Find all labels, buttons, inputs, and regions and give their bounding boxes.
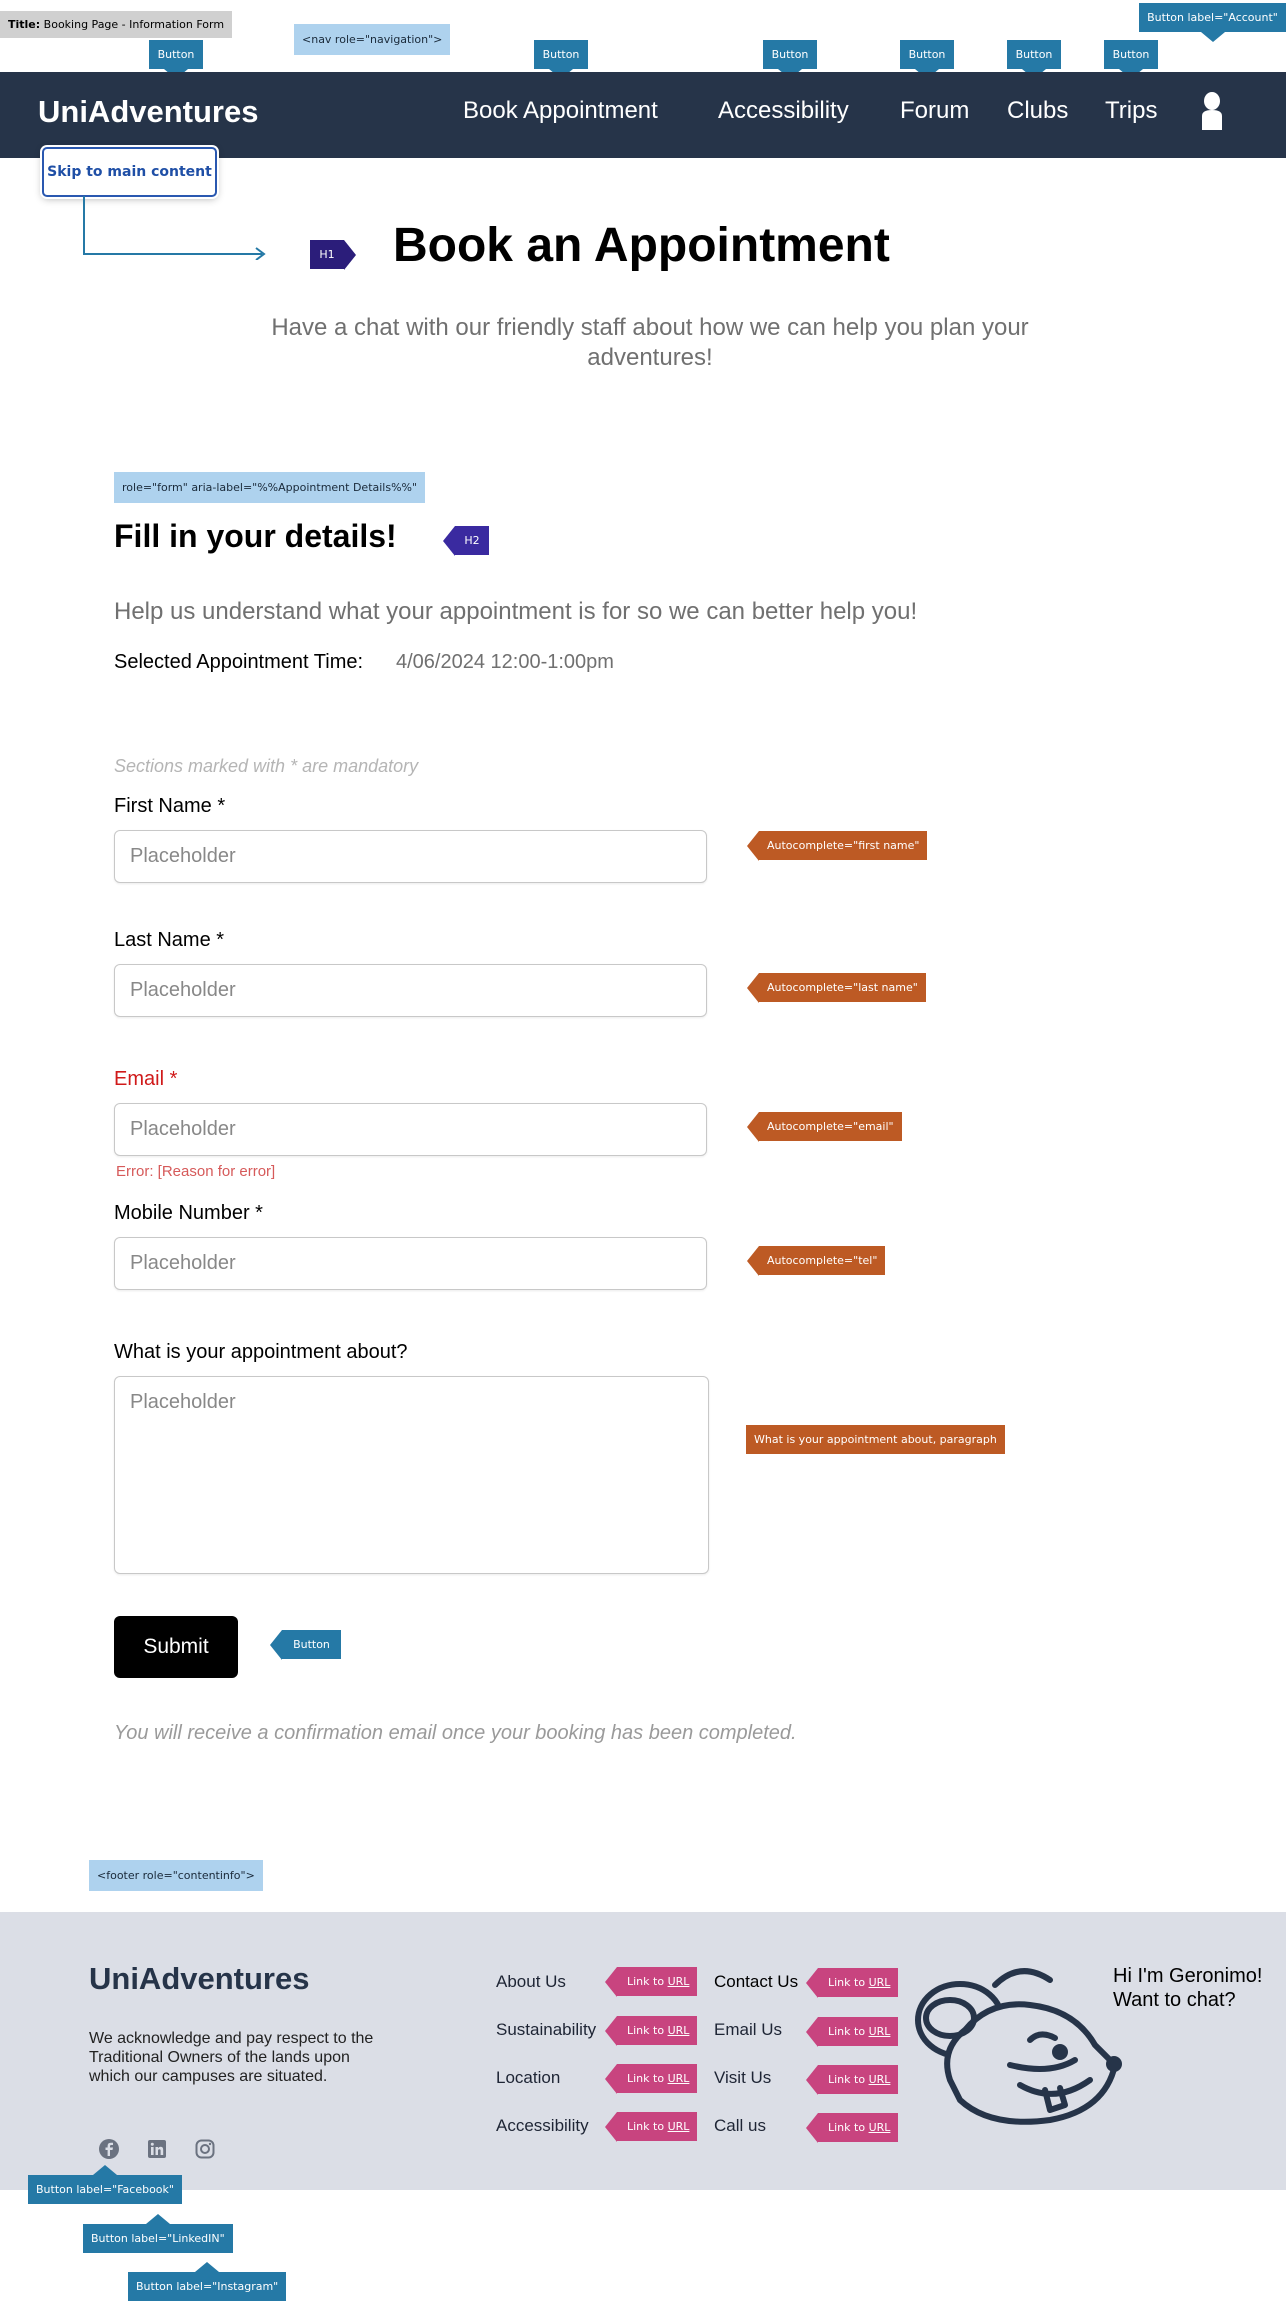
brand-logo[interactable]: UniAdventures xyxy=(38,94,258,130)
link-annotation-visit-us: Link to URL xyxy=(805,2065,899,2095)
last-name-label: Last Name * xyxy=(114,929,225,951)
button-annotation-account: Button label="Account" xyxy=(1139,3,1286,42)
link-annotation-about-us: Link to URL xyxy=(604,1967,698,1997)
page-title: Book an Appointment xyxy=(393,219,890,272)
link-annotation-sustainability: Link to URL xyxy=(604,2016,698,2046)
link-url: URL xyxy=(868,2121,891,2134)
link-annotation-call-us: Link to URL xyxy=(805,2113,899,2143)
autocomplete-last-name-annotation: Autocomplete="last name" xyxy=(747,973,926,1003)
link-prefix: Link to xyxy=(627,2120,668,2133)
link-annotation-accessibility: Link to URL xyxy=(604,2112,698,2142)
footer-role-annotation: <footer role="contentinfo"> xyxy=(89,1860,263,1891)
skip-link-arrow xyxy=(83,196,266,260)
link-url: URL xyxy=(667,2024,690,2037)
link-url: URL xyxy=(667,2072,690,2085)
footer-link-about-us[interactable]: About Us xyxy=(496,1972,566,1992)
instagram-icon[interactable] xyxy=(194,2138,216,2160)
facebook-icon[interactable] xyxy=(98,2138,120,2160)
title-prefix: Title: xyxy=(8,18,41,31)
linkedin-button-annotation: Button label="LinkedIN" xyxy=(83,2214,233,2253)
facebook-button-annotation: Button label="Facebook" xyxy=(28,2165,182,2204)
link-prefix: Link to xyxy=(828,1976,869,1989)
link-prefix: Link to xyxy=(627,2024,668,2037)
title-value: Booking Page - Information Form xyxy=(43,18,225,31)
mobile-number-label: Mobile Number * xyxy=(114,1202,263,1224)
appointment-about-label: What is your appointment about? xyxy=(114,1341,408,1363)
h1-annotation: H1 xyxy=(310,240,356,270)
first-name-label: First Name * xyxy=(114,795,226,817)
site-header: UniAdventures Book Appointment Accessibi… xyxy=(0,72,1286,158)
nav-role-annotation: <nav role="navigation"> xyxy=(294,24,451,55)
nav-book-appointment[interactable]: Book Appointment xyxy=(463,97,658,125)
selected-time-label: Selected Appointment Time: xyxy=(114,651,364,673)
form-help-text: Help us understand what your appointment… xyxy=(114,598,918,625)
link-url: URL xyxy=(667,2120,690,2133)
autocomplete-tel-annotation: Autocomplete="tel" xyxy=(746,1246,886,1276)
submit-button[interactable]: Submit xyxy=(114,1616,238,1678)
link-prefix: Link to xyxy=(627,2072,668,2085)
skip-to-main-content-link[interactable]: Skip to main content xyxy=(42,147,217,197)
mandatory-note: Sections marked with * are mandatory xyxy=(114,756,419,776)
mobile-number-field[interactable] xyxy=(114,1237,707,1290)
footer-link-email-us[interactable]: Email Us xyxy=(714,2020,782,2040)
page-title-annotation: Title: Booking Page - Information Form xyxy=(0,11,233,38)
appointment-about-field[interactable] xyxy=(114,1376,709,1574)
button-annotation-accessibility: Button xyxy=(763,40,817,79)
footer-link-contact-us[interactable]: Contact Us xyxy=(714,1972,798,1992)
button-annotation-forum: Button xyxy=(900,40,954,79)
h2-annotation: H2 xyxy=(443,526,489,556)
mascot-chat-prompt: Hi I'm Geronimo! Want to chat? xyxy=(1113,1965,1263,2011)
button-annotation-book: Button xyxy=(149,40,203,79)
selected-time-value: 4/06/2024 12:00-1:00pm xyxy=(396,651,614,673)
form-role-annotation: role="form" aria-label="%%Appointment De… xyxy=(114,472,426,503)
nav-trips[interactable]: Trips xyxy=(1105,97,1157,125)
button-annotation-book-appointment: Button xyxy=(534,40,588,79)
form-heading: Fill in your details! xyxy=(114,518,397,554)
last-name-field[interactable] xyxy=(114,964,707,1017)
email-field[interactable] xyxy=(114,1103,707,1156)
button-annotation-trips: Button xyxy=(1104,40,1158,79)
nav-forum[interactable]: Forum xyxy=(900,97,969,125)
first-name-field[interactable] xyxy=(114,830,707,883)
autocomplete-email-annotation: Autocomplete="email" xyxy=(747,1112,902,1142)
person-icon[interactable] xyxy=(1201,90,1223,130)
acknowledgement-text: We acknowledge and pay respect to the Tr… xyxy=(89,2030,374,2085)
linkedin-icon[interactable] xyxy=(146,2138,168,2160)
footer-link-location[interactable]: Location xyxy=(496,2068,560,2088)
email-label: Email * xyxy=(114,1068,178,1090)
link-prefix: Link to xyxy=(627,1975,668,1988)
link-annotation-contact-us: Link to URL xyxy=(805,1968,899,1998)
link-url: URL xyxy=(868,1976,891,1989)
button-annotation-submit: Button xyxy=(270,1630,341,1660)
geronimo-mascot-icon[interactable] xyxy=(910,1960,1122,2130)
nav-clubs[interactable]: Clubs xyxy=(1007,97,1068,125)
page-subtitle: Have a chat with our friendly staff abou… xyxy=(271,314,1029,371)
link-prefix: Link to xyxy=(828,2121,869,2134)
confirmation-note: You will receive a confirmation email on… xyxy=(114,1722,797,1744)
site-footer: UniAdventures We acknowledge and pay res… xyxy=(0,1912,1286,2190)
instagram-button-annotation: Button label="Instagram" xyxy=(128,2262,287,2301)
link-annotation-email-us: Link to URL xyxy=(805,2017,899,2047)
link-annotation-location: Link to URL xyxy=(604,2064,698,2094)
footer-brand: UniAdventures xyxy=(89,1961,310,1996)
button-annotation-clubs: Button xyxy=(1007,40,1061,79)
link-prefix: Link to xyxy=(828,2025,869,2038)
footer-link-sustainability[interactable]: Sustainability xyxy=(496,2020,596,2040)
footer-link-accessibility[interactable]: Accessibility xyxy=(496,2116,589,2136)
autocomplete-first-name-annotation: Autocomplete="first name" xyxy=(746,831,928,861)
link-url: URL xyxy=(868,2073,891,2086)
link-prefix: Link to xyxy=(828,2073,869,2086)
link-url: URL xyxy=(868,2025,891,2038)
appointment-paragraph-annotation: What is your appointment about, paragrap… xyxy=(746,1425,1005,1454)
footer-link-call-us[interactable]: Call us xyxy=(714,2116,766,2136)
nav-accessibility[interactable]: Accessibility xyxy=(718,97,849,125)
footer-link-visit-us[interactable]: Visit Us xyxy=(714,2068,771,2088)
email-error-message: Error: [Reason for error] xyxy=(116,1163,276,1180)
link-url: URL xyxy=(667,1975,690,1988)
